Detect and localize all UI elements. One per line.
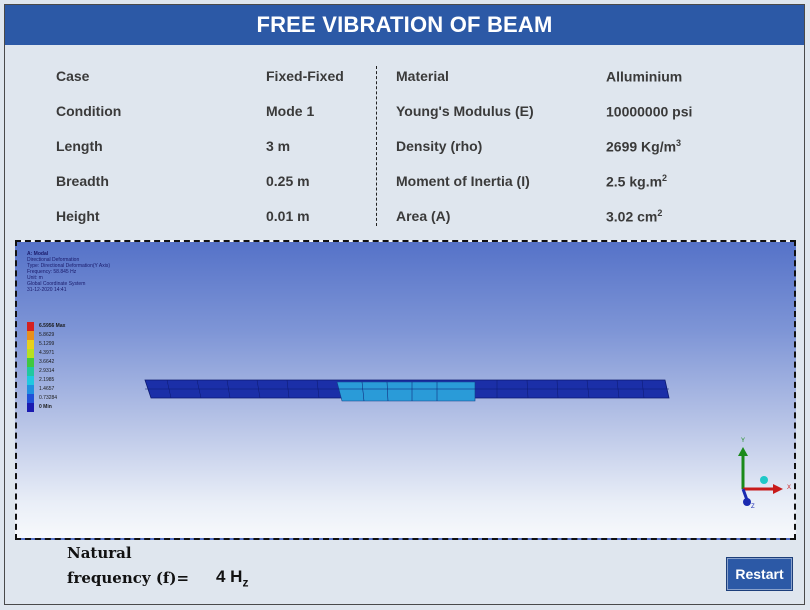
param-value-area: 3.02 cm2 <box>606 208 663 225</box>
param-label-height: Height <box>56 208 100 224</box>
param-label-condition: Condition <box>56 103 122 119</box>
axis-z-label: Z <box>751 504 755 510</box>
param-label-density: Density (rho) <box>396 138 483 154</box>
param-label-area: Area (A) <box>396 208 451 224</box>
param-label-length: Length <box>56 138 103 154</box>
param-value-length: 3 m <box>266 138 291 154</box>
restart-button[interactable]: Restart <box>726 557 793 591</box>
natural-frequency-label-line1: Natural <box>67 544 132 562</box>
param-value-condition: Mode 1 <box>266 103 315 119</box>
param-value-material: Alluminium <box>606 68 683 85</box>
beam-mid-section <box>336 381 476 402</box>
axis-x-label: X <box>787 485 792 491</box>
param-label-breadth: Breadth <box>56 173 109 189</box>
param-label-moment-of-inertia: Moment of Inertia (I) <box>396 173 530 189</box>
param-value-height: 0.01 m <box>266 208 310 224</box>
param-value-density: 2699 Kg/m3 <box>606 138 682 155</box>
column-divider <box>376 66 377 226</box>
axis-y-label: Y <box>741 438 746 444</box>
param-label-youngs-modulus: Young's Modulus (E) <box>396 103 534 119</box>
simulation-viewport: A: Modal Directional Deformation Type: D… <box>15 240 796 540</box>
frequency-value: 4 Hz <box>216 567 249 590</box>
param-value-case: Fixed-Fixed <box>266 68 344 84</box>
natural-frequency-label-line2: frequency (f)= <box>67 569 190 587</box>
param-value-breadth: 0.25 m <box>266 173 310 189</box>
param-value-moment-of-inertia: 2.5 kg.m2 <box>606 173 668 190</box>
page-title: FREE VIBRATION OF BEAM <box>5 5 804 45</box>
param-value-youngs-modulus: 10000000 psi <box>606 103 693 120</box>
coordinate-triad <box>738 447 783 506</box>
beam-model <box>144 379 783 506</box>
param-label-case: Case <box>56 68 90 84</box>
param-label-material: Material <box>396 68 449 84</box>
